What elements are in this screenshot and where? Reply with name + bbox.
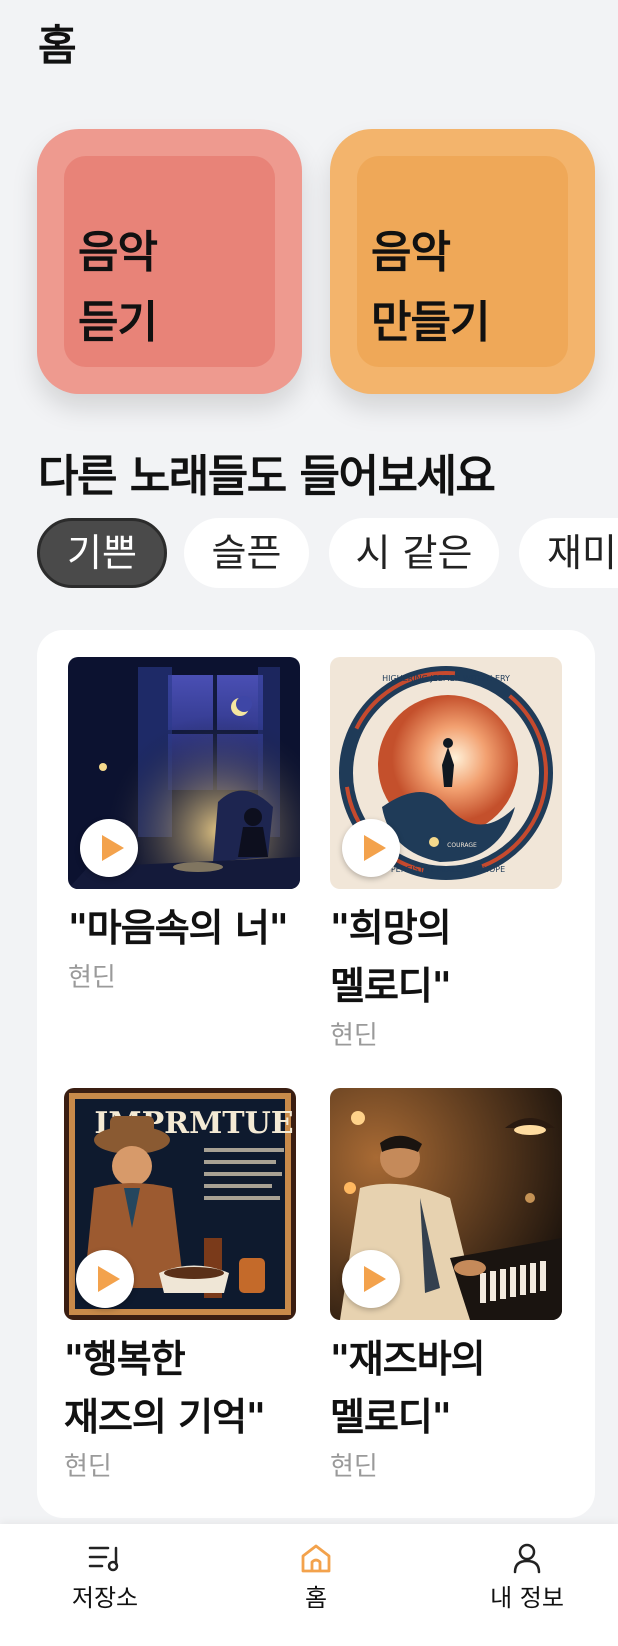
chip-happy[interactable]: 기쁜 <box>37 518 167 588</box>
profile-icon <box>513 1543 541 1574</box>
create-music-card[interactable]: 음악 만들기 <box>330 129 595 394</box>
cover-bottom-text: PERSISTNT MIALCE OF HOPE <box>391 865 505 874</box>
song-card[interactable]: HIGHERING JEEMER WITHIN ERY PERSISTNT MI… <box>330 657 562 1053</box>
create-card-label-line2: 만들기 <box>371 297 490 348</box>
home-icon <box>301 1544 331 1573</box>
nav-profile-label: 내 정보 <box>490 1584 564 1612</box>
mood-filter-chips: 기쁜 슬픈 시 같은 재미 <box>37 518 618 590</box>
bottom-navigation: 저장소 홈 내 정보 <box>0 1524 618 1646</box>
song-grid: "마음속의 너" 현딘 HIGHERING JEEMER WITHIN ERY … <box>37 630 595 1518</box>
album-cover <box>68 657 300 889</box>
album-cover <box>330 1088 562 1320</box>
song-card[interactable]: "마음속의 너" 현딘 <box>68 657 300 995</box>
listen-card-label-line2: 듣기 <box>78 297 158 348</box>
play-button[interactable] <box>342 819 400 877</box>
song-title: "마음속의 너" <box>68 906 289 950</box>
create-music-card-inner: 음악 만들기 <box>357 156 568 367</box>
nav-profile[interactable]: 내 정보 <box>457 1542 597 1613</box>
chip-sad[interactable]: 슬픈 <box>184 518 309 588</box>
nav-home[interactable]: 홈 <box>246 1542 386 1613</box>
song-title: "행복한 재즈의 기억" <box>64 1337 266 1439</box>
song-card[interactable]: "재즈바의 멜로디" 현딘 <box>330 1088 562 1484</box>
create-card-label-line1: 음악 <box>371 227 451 278</box>
section-title: 다른 노래들도 들어보세요 <box>38 451 496 502</box>
play-button[interactable] <box>76 1250 134 1308</box>
nav-library-label: 저장소 <box>71 1584 139 1612</box>
listen-music-card[interactable]: 음악 듣기 <box>37 129 302 394</box>
play-button[interactable] <box>342 1250 400 1308</box>
song-artist: 현딘 <box>68 963 116 993</box>
song-title: "희망의 멜로디" <box>330 906 452 1008</box>
nav-home-label: 홈 <box>304 1584 328 1612</box>
listen-music-card-inner: 음악 듣기 <box>64 156 275 367</box>
album-cover: IMPRMTUE <box>64 1088 296 1320</box>
song-artist: 현딘 <box>330 1452 378 1482</box>
song-title: "재즈바의 멜로디" <box>330 1337 486 1439</box>
home-screen: 홈 음악 듣기 음악 만들기 다른 노래들도 들어보세요 기쁜 슬픈 시 같은 … <box>0 0 618 1646</box>
album-cover: HIGHERING JEEMER WITHIN ERY PERSISTNT MI… <box>330 657 562 889</box>
cover-top-text: HIGHERING JEEMER WITHIN ERY <box>382 674 510 683</box>
chip-fun[interactable]: 재미 <box>519 518 618 588</box>
page-title: 홈 <box>38 21 77 70</box>
listen-card-label-line1: 음악 <box>78 227 158 278</box>
song-artist: 현딘 <box>330 1021 378 1051</box>
song-artist: 현딘 <box>64 1452 112 1482</box>
chip-poetic[interactable]: 시 같은 <box>329 518 499 588</box>
cover-inner-text: COURAGE <box>447 842 477 849</box>
song-card[interactable]: IMPRMTUE "행복한 재즈의 기억" 현딘 <box>64 1088 296 1484</box>
nav-library[interactable]: 저장소 <box>35 1542 175 1613</box>
library-icon <box>88 1546 119 1572</box>
play-button[interactable] <box>80 819 138 877</box>
